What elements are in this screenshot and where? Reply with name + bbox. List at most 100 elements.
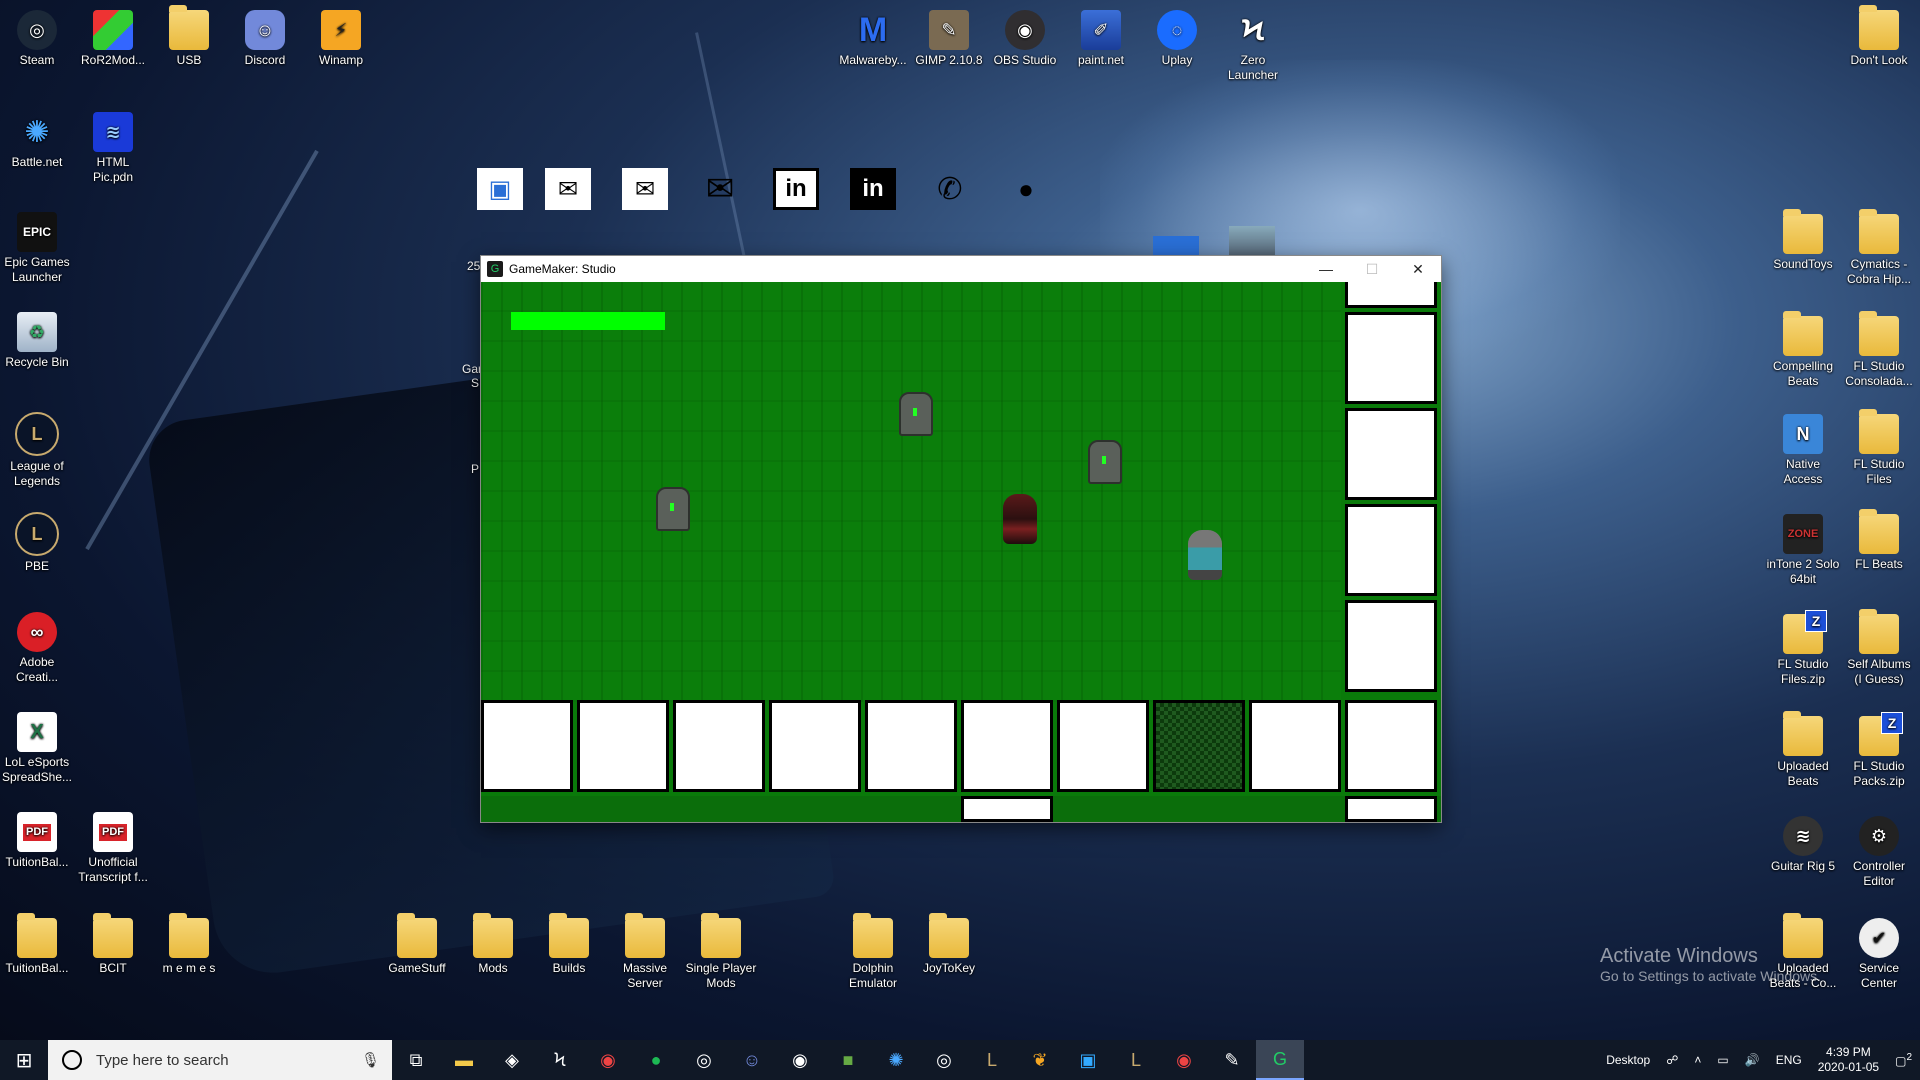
inventory-slot[interactable] bbox=[769, 700, 861, 792]
desktop-icon-guitar-rig[interactable]: ≋ Guitar Rig 5 bbox=[1766, 816, 1840, 874]
gamemaker-window[interactable]: G GameMaker: Studio — ☐ ✕ bbox=[481, 256, 1441, 822]
desktop-icon-builds[interactable]: Builds bbox=[532, 913, 606, 976]
taskbar-app-league-2[interactable]: L bbox=[1112, 1040, 1160, 1080]
screenshot-thumb-icon[interactable] bbox=[1153, 236, 1199, 256]
taskbar-app-zero-launcher[interactable]: Ϟ bbox=[536, 1040, 584, 1080]
desktop-icon-compelling-beats[interactable]: Compelling Beats bbox=[1766, 311, 1840, 389]
notification-icon[interactable]: ▢2 bbox=[1895, 1052, 1912, 1068]
taskbar-app-ror2[interactable]: ◈ bbox=[488, 1040, 536, 1080]
desktop-icon-uplay[interactable]: ◌ Uplay bbox=[1140, 10, 1214, 68]
inventory-slot-partial[interactable] bbox=[961, 796, 1053, 822]
desktop-toolbar[interactable]: Desktop bbox=[1606, 1053, 1650, 1067]
desktop-icon-soundtoys[interactable]: SoundToys bbox=[1766, 209, 1840, 272]
desktop-icon-cymatics[interactable]: Cymatics - Cobra Hip... bbox=[1842, 209, 1916, 287]
inventory-slot[interactable] bbox=[1345, 408, 1437, 500]
desktop-icon-bcit[interactable]: BCIT bbox=[76, 913, 150, 976]
image-file-icon[interactable]: ▣ bbox=[477, 168, 523, 210]
window-titlebar[interactable]: G GameMaker: Studio — ☐ ✕ bbox=[481, 256, 1441, 282]
mail-icon[interactable]: ✉ bbox=[622, 168, 668, 210]
inventory-slot-partial[interactable] bbox=[1345, 796, 1437, 822]
desktop-icon-joytokey[interactable]: JoyToKey bbox=[912, 913, 986, 976]
inventory-slot[interactable] bbox=[1345, 600, 1437, 692]
inventory-slot[interactable] bbox=[865, 700, 957, 792]
inventory-slot[interactable] bbox=[961, 700, 1053, 792]
linkedin-icon[interactable]: in bbox=[773, 168, 819, 210]
inventory-slot[interactable] bbox=[1345, 312, 1437, 404]
desktop-icon-gimp[interactable]: ✎ GIMP 2.10.8 bbox=[912, 10, 986, 68]
taskbar-app-explorer[interactable]: ▬ bbox=[440, 1040, 488, 1080]
desktop-icon-ror2mod[interactable]: RoR2Mod... bbox=[76, 10, 150, 68]
close-button[interactable]: ✕ bbox=[1395, 256, 1441, 282]
desktop-icon-massive-server[interactable]: Massive Server bbox=[608, 913, 682, 991]
desktop-icon-gamestuff[interactable]: GameStuff bbox=[380, 913, 454, 976]
inventory-slot[interactable] bbox=[1345, 700, 1437, 792]
desktop-icon-html-pic[interactable]: ≋ HTML Pic.pdn bbox=[76, 112, 150, 185]
desktop-icon-mods[interactable]: Mods bbox=[456, 913, 530, 976]
inventory-slot[interactable] bbox=[1345, 504, 1437, 596]
taskbar-app-gamemaker[interactable]: G bbox=[1256, 1040, 1304, 1080]
desktop-icon-intone[interactable]: ZONE inTone 2 Solo 64bit bbox=[1766, 514, 1840, 587]
desktop-icon-fl-packs-zip[interactable]: FL Studio Packs.zip bbox=[1842, 712, 1916, 789]
desktop-icon-native-access[interactable]: N Native Access bbox=[1766, 414, 1840, 487]
inventory-slot[interactable] bbox=[577, 700, 669, 792]
desktop-icon-paintnet[interactable]: ✐ paint.net bbox=[1064, 10, 1138, 68]
desktop-icon-league[interactable]: L League of Legends bbox=[0, 412, 74, 489]
desktop-icon-steam[interactable]: ◎ Steam bbox=[0, 10, 74, 68]
language-indicator[interactable]: ENG bbox=[1776, 1053, 1802, 1067]
people-icon[interactable]: ☍ bbox=[1666, 1053, 1678, 1067]
mail-icon[interactable]: ✉ bbox=[545, 168, 591, 210]
desktop-icon-uploaded-beats[interactable]: Uploaded Beats bbox=[1766, 711, 1840, 789]
desktop-icon-adobe-cc[interactable]: ∞ Adobe Creati... bbox=[0, 612, 74, 685]
taskbar-app-minecraft[interactable]: ■ bbox=[824, 1040, 872, 1080]
desktop-icon-dont-look[interactable]: Don't Look bbox=[1842, 5, 1916, 68]
clock[interactable]: 4:39 PM 2020-01-05 bbox=[1818, 1045, 1879, 1075]
game-canvas[interactable] bbox=[481, 282, 1441, 822]
network-icon[interactable]: ▭ bbox=[1717, 1053, 1728, 1067]
taskbar-app-steam[interactable]: ◎ bbox=[920, 1040, 968, 1080]
desktop-icon-zero-launcher[interactable]: Ϟ Zero Launcher bbox=[1216, 10, 1290, 83]
mail-black-icon[interactable]: ✉ bbox=[697, 168, 743, 210]
desktop-icon-single-player-mods[interactable]: Single Player Mods bbox=[684, 913, 758, 991]
inventory-slot[interactable] bbox=[1249, 700, 1341, 792]
task-view-button[interactable]: ⧉ bbox=[392, 1040, 440, 1080]
desktop-icon-fl-consolada[interactable]: FL Studio Consolada... bbox=[1842, 311, 1916, 389]
start-button[interactable]: ⊞ bbox=[0, 1040, 48, 1080]
taskbar-app-battlenet[interactable]: ✺ bbox=[872, 1040, 920, 1080]
inventory-slot[interactable] bbox=[1057, 700, 1149, 792]
inventory-slot[interactable] bbox=[1345, 282, 1437, 308]
desktop-icon-fl-studio-files[interactable]: FL Studio Files bbox=[1842, 409, 1916, 487]
taskbar-app-chrome[interactable]: ◉ bbox=[584, 1040, 632, 1080]
taskbar-app-spotify[interactable]: ● bbox=[632, 1040, 680, 1080]
taskbar-app-paint[interactable]: ✎ bbox=[1208, 1040, 1256, 1080]
desktop-icon-recycle-bin[interactable]: ♻ Recycle Bin bbox=[0, 312, 74, 370]
screenshot-thumb-icon[interactable] bbox=[1229, 226, 1275, 256]
desktop-icon-self-albums[interactable]: Self Albums (I Guess) bbox=[1842, 609, 1916, 687]
github-icon[interactable]: ● bbox=[1003, 168, 1049, 210]
desktop-icon-transcript-pdf[interactable]: PDF Unofficial Transcript f... bbox=[76, 812, 150, 885]
desktop-icon-controller-editor[interactable]: ⚙ Controller Editor bbox=[1842, 816, 1916, 889]
desktop-icon-fl-files-zip[interactable]: FL Studio Files.zip bbox=[1766, 610, 1840, 687]
phone-icon[interactable]: ✆ bbox=[927, 168, 973, 210]
linkedin-icon[interactable]: in bbox=[850, 168, 896, 210]
inventory-slot-selected[interactable] bbox=[1153, 700, 1245, 792]
desktop-icon-dolphin[interactable]: Dolphin Emulator bbox=[836, 913, 910, 991]
taskbar-app-obs[interactable]: ◉ bbox=[776, 1040, 824, 1080]
desktop-icon-epic[interactable]: EPIC Epic Games Launcher bbox=[0, 212, 74, 285]
taskbar-app-discord[interactable]: ☺ bbox=[728, 1040, 776, 1080]
desktop-icon-tuitionbal-folder[interactable]: TuitionBal... bbox=[0, 913, 74, 976]
desktop-icon-pbe[interactable]: L PBE bbox=[0, 512, 74, 574]
desktop-icon-winamp[interactable]: ⚡ Winamp bbox=[304, 10, 378, 68]
desktop-icon-lol-spreadsheet[interactable]: X LoL eSports SpreadShe... bbox=[0, 712, 74, 785]
desktop-icon-fl-beats[interactable]: FL Beats bbox=[1842, 509, 1916, 572]
taskbar-app-league[interactable]: L bbox=[968, 1040, 1016, 1080]
desktop-icon-usb[interactable]: USB bbox=[152, 5, 226, 68]
desktop-icon-battlenet[interactable]: ✺ Battle.net bbox=[0, 112, 74, 170]
desktop-icon-tuitionbal-pdf[interactable]: PDF TuitionBal... bbox=[0, 812, 74, 870]
minimize-button[interactable]: — bbox=[1303, 256, 1349, 282]
search-box[interactable]: Type here to search 🎙 bbox=[48, 1040, 392, 1080]
chevron-up-icon[interactable]: ˄ bbox=[1694, 1053, 1701, 1067]
desktop-icon-malwarebytes[interactable]: M Malwareby... bbox=[836, 10, 910, 68]
inventory-slot[interactable] bbox=[481, 700, 573, 792]
volume-icon[interactable]: 🔊 bbox=[1745, 1053, 1760, 1067]
microphone-icon[interactable]: 🎙 bbox=[361, 1051, 380, 1069]
